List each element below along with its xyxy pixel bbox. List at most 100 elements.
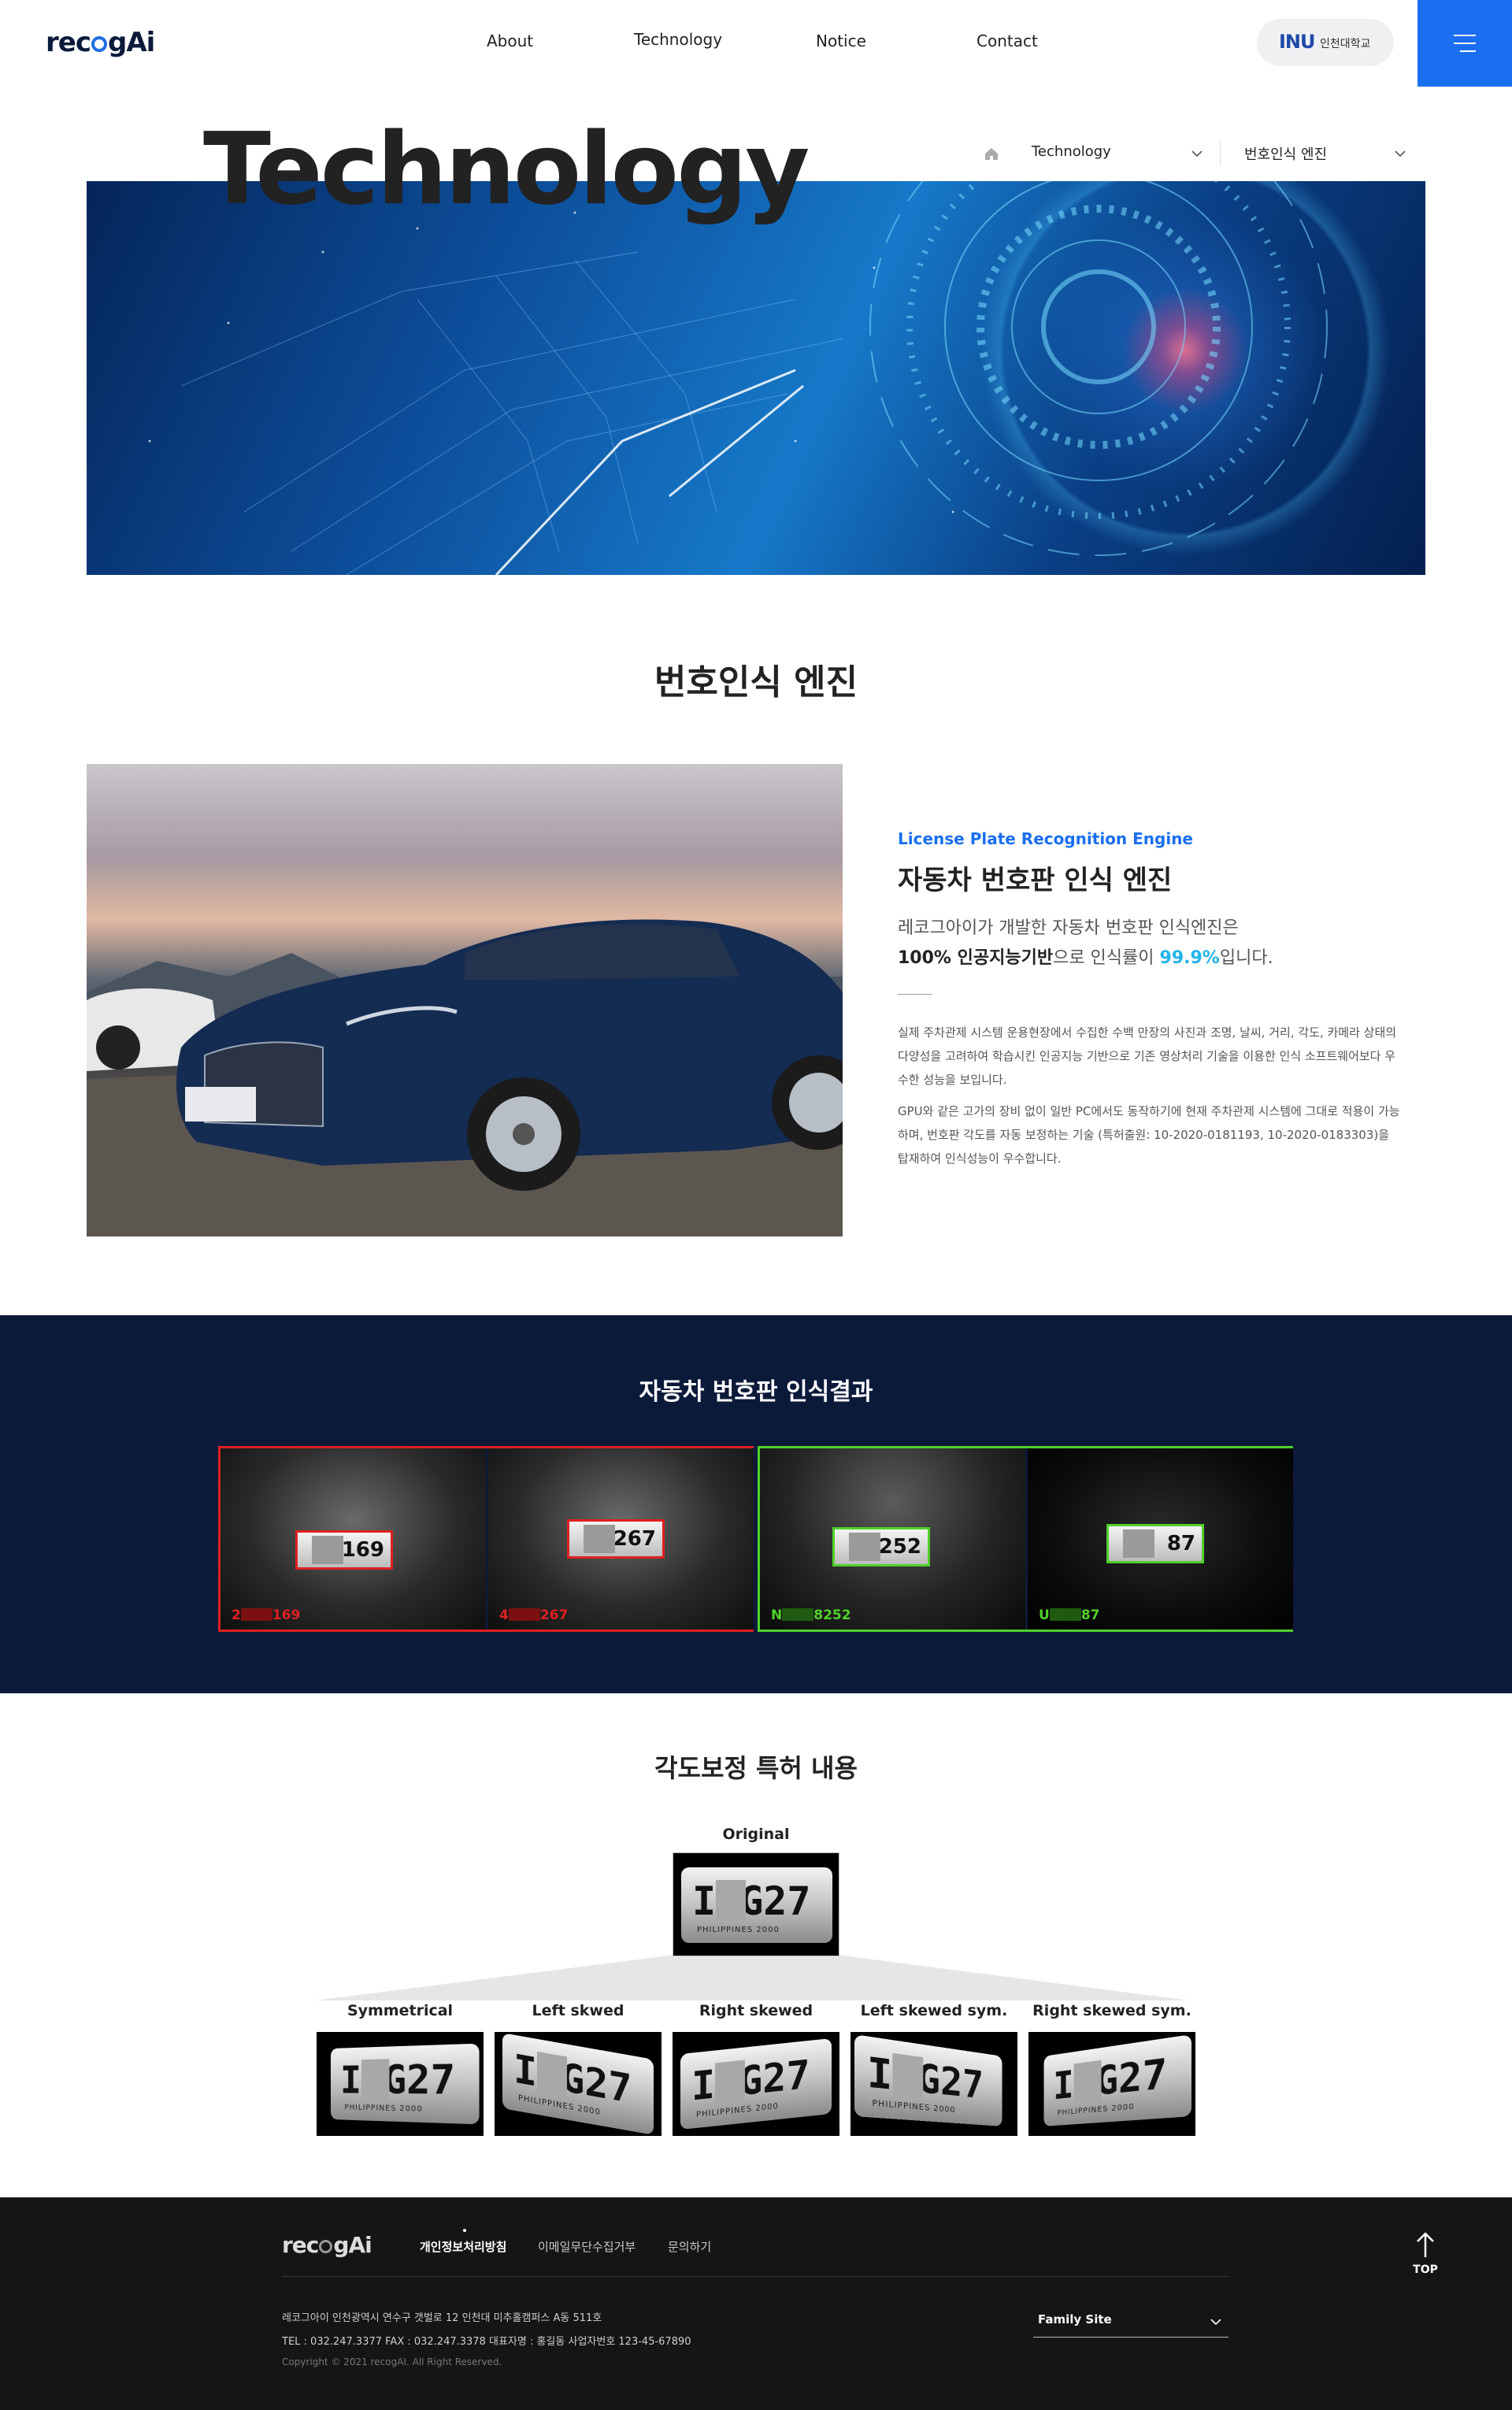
plate-text: 267	[613, 1527, 656, 1551]
detected-plate: 169	[295, 1530, 393, 1570]
label-prefix: 4	[499, 1607, 509, 1623]
site-footer: rec gAi 개인정보처리방침 이메일무단수집거부 문의하기 레코그아이 인천광…	[0, 2197, 1512, 2410]
hamburger-icon-line	[1460, 50, 1476, 52]
results-section: 자동차 번호판 인식결과 169 2 169 267 4 267 8252 N 825…	[0, 1315, 1512, 1693]
result-tile: 169 2 169	[220, 1448, 486, 1630]
hero-banner-graphic	[148, 181, 1328, 575]
variant-plate-image: I G27 PHILIPPINES 2000	[673, 2032, 839, 2136]
variant-label-left-skewed: Left skwed	[532, 2002, 624, 2019]
chevron-down-icon[interactable]	[1392, 145, 1409, 162]
engine-lead-line1: 레코그아이가 개발한 자동차 번호판 인식엔진은	[898, 918, 1239, 938]
plate-number: I G27	[866, 2048, 984, 2108]
plate-mask	[312, 1536, 343, 1564]
label-mask	[508, 1608, 540, 1621]
nav-notice[interactable]: Notice	[816, 32, 866, 50]
home-icon[interactable]	[983, 145, 1000, 162]
footer-link-inquiry[interactable]: 문의하기	[668, 2238, 711, 2255]
university-name: 인천대학교	[1320, 38, 1371, 50]
variant-plate-image: I G27 PHILIPPINES 2000	[850, 2032, 1017, 2136]
recognition-label: N 8252	[771, 1607, 851, 1623]
footer-logo[interactable]: rec gAi	[282, 2232, 372, 2258]
footer-link-privacy[interactable]: 개인정보처리방침	[420, 2238, 506, 2255]
top-label: TOP	[1413, 2264, 1438, 2276]
plate: I G27 PHILIPPINES 2000	[502, 2033, 654, 2135]
label-suffix: 267	[539, 1607, 569, 1623]
original-plate-image: I G27 PHILIPPINES 2000	[673, 1852, 839, 1956]
label-suffix: 87	[1080, 1607, 1100, 1623]
label-prefix: N	[771, 1607, 783, 1623]
engine-lead-mid: 으로 인식률이	[1053, 948, 1160, 968]
variant-plate-image: I G27 PHILIPPINES 2000	[317, 2032, 484, 2136]
nav-technology[interactable]: Technology	[634, 30, 722, 49]
result-group-green: 8252 N 8252 87 U 87	[758, 1446, 1293, 1632]
plate: I G27 PHILIPPINES 2000	[680, 2037, 832, 2130]
footer-logo-text-end: gAi	[333, 2232, 372, 2258]
plate-mask	[537, 2051, 567, 2098]
detected-plate: 87	[1106, 1524, 1204, 1563]
plate-number: I G27	[692, 1878, 811, 1924]
variant-label-right-skewed: Right skewed	[699, 2002, 813, 2019]
family-site-label: Family Site	[1038, 2312, 1112, 2327]
plate-text: 87	[1166, 1532, 1195, 1555]
plate-mask	[849, 1533, 880, 1561]
plate-number: I G27	[340, 2056, 456, 2104]
result-tile: 87 U 87	[1028, 1448, 1293, 1630]
engine-subtitle: License Plate Recognition Engine	[898, 829, 1193, 848]
nav-about[interactable]: About	[487, 32, 533, 50]
hamburger-icon	[1454, 35, 1476, 36]
footer-link-email-policy[interactable]: 이메일무단수집거부	[538, 2238, 636, 2255]
result-tile: 267 4 267	[488, 1448, 754, 1630]
menu-button[interactable]	[1418, 0, 1512, 87]
plate-number: I G27	[1053, 2049, 1168, 2108]
variant-label-left-skewed-sym: Left skewed sym.	[860, 2002, 1008, 2019]
engine-paragraph-1: 실제 주차관제 시스템 운용현장에서 수집한 수백 만장의 사진과 조명, 날씨…	[898, 1025, 1397, 1087]
plate: I G27 PHILIPPINES 2000	[330, 2043, 480, 2125]
chevron-down-icon[interactable]	[1188, 145, 1206, 162]
result-tile: 8252 N 8252	[760, 1448, 1025, 1630]
university-badge[interactable]: INU 인천대학교	[1257, 19, 1394, 66]
original-label: Original	[722, 1826, 790, 1843]
label-suffix: 169	[272, 1607, 301, 1623]
plate-caption: PHILIPPINES 2000	[697, 1926, 780, 1934]
variant-plate-image: I G27 PHILIPPINES 2000	[1028, 2032, 1195, 2136]
engine-divider	[898, 994, 932, 995]
nav-contact[interactable]: Contact	[976, 32, 1038, 50]
recognition-label: 4 267	[499, 1607, 568, 1623]
breadcrumb-level1[interactable]: Technology	[1032, 143, 1111, 160]
breadcrumb-level2[interactable]: 번호인식 엔진	[1244, 143, 1327, 164]
site-header: rec gAi About Technology Notice Contact I…	[0, 0, 1512, 87]
label-mask	[240, 1608, 272, 1621]
projection-fan	[315, 1955, 1189, 2000]
label-prefix: 2	[232, 1607, 241, 1623]
plate-mask	[715, 2060, 745, 2104]
footer-contact: TEL : 032.247.3377 FAX : 032.247.3378 대표…	[282, 2336, 691, 2348]
breadcrumb: Technology 번호인식 엔진	[980, 139, 1421, 170]
result-group-red: 169 2 169 267 4 267	[218, 1446, 754, 1632]
engine-paragraph-2: GPU와 같은 고가의 장비 없이 일반 PC에서도 동작하기에 현재 주차관제…	[898, 1104, 1400, 1166]
engine-lead-bold: 100% 인공지능기반	[898, 948, 1054, 968]
engine-lead-rate: 99.9%	[1159, 948, 1220, 968]
detected-plate: 267	[567, 1519, 665, 1559]
plate-mask	[716, 1880, 746, 1921]
car-photo	[87, 764, 843, 1237]
family-site-select[interactable]: Family Site	[1033, 2306, 1228, 2338]
footer-copyright: Copyright © 2021 recogAI. All Right Rese…	[282, 2356, 502, 2367]
variant-plate-image: I G27 PHILIPPINES 2000	[495, 2032, 662, 2136]
engine-title: 자동차 번호판 인식 엔진	[898, 865, 1173, 896]
engine-lead: 레코그아이가 개발한 자동차 번호판 인식엔진은 100% 인공지능기반으로 인…	[898, 914, 1418, 973]
arrow-up-icon	[1417, 2232, 1434, 2257]
variant-label-symmetrical: Symmetrical	[346, 2002, 454, 2019]
active-indicator	[463, 2229, 466, 2232]
breadcrumb-divider	[1220, 140, 1221, 165]
plate-number: I G27	[691, 2051, 810, 2110]
plate-mask	[361, 2059, 390, 2100]
engine-lead-end: 입니다.	[1219, 948, 1273, 968]
scroll-top-button[interactable]: TOP	[1402, 2229, 1449, 2284]
plate: I G27 PHILIPPINES 2000	[1043, 2034, 1191, 2126]
recognition-label: 2 169	[232, 1607, 300, 1623]
plate-mask	[892, 2052, 924, 2099]
plate-mask	[1123, 1529, 1154, 1558]
detected-plate: 8252	[832, 1527, 930, 1566]
footer-divider	[282, 2276, 1228, 2277]
variant-label-right-skewed-sym: Right skewed sym.	[1032, 2002, 1191, 2019]
